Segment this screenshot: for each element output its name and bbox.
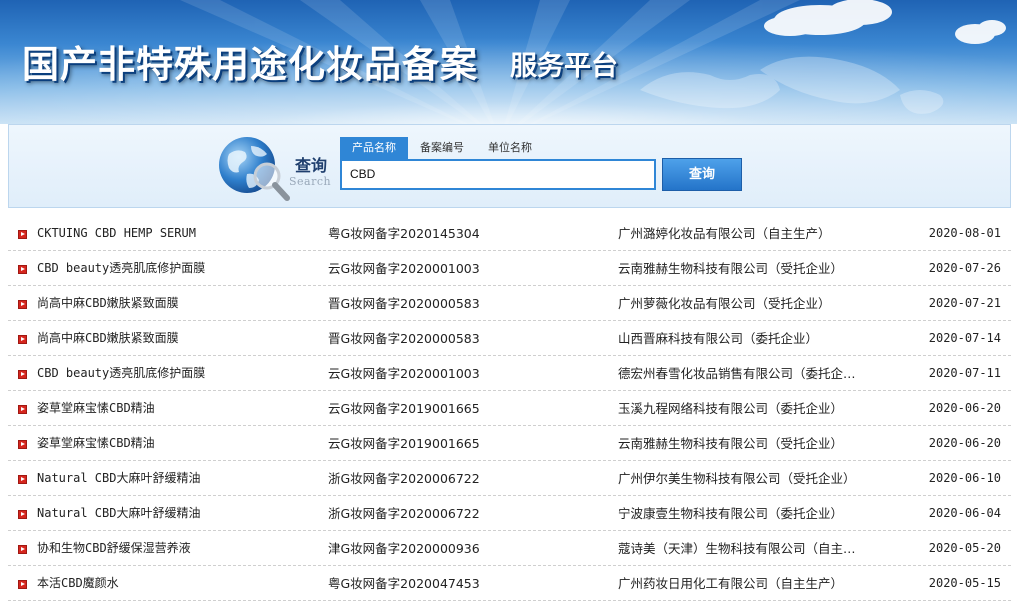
list-item[interactable]: Natural CBD大麻叶舒缓精油 浙G妆网备字2020006722 宁波康壹…	[8, 496, 1011, 531]
product-name[interactable]: 尚高中麻CBD嫩肤紧致面膜	[37, 321, 317, 356]
record-number: 津G妆网备字2020000936	[328, 541, 480, 556]
record-number: 浙G妆网备字2020006722	[328, 471, 480, 486]
company-name: 山西晋麻科技有限公司（委托企业）	[618, 331, 819, 346]
list-item[interactable]: Natural CBD大麻叶舒缓精油 浙G妆网备字2020006722 广州伊尔…	[8, 461, 1011, 496]
record-date: 2020-06-20	[928, 401, 1001, 415]
company-name: 玉溪九程网络科技有限公司（委托企业）	[618, 401, 844, 416]
list-item[interactable]: CKTUING CBD HEMP SERUM 粤G妆网备字2020145304 …	[8, 216, 1011, 251]
search-label: 查询	[295, 156, 328, 175]
record-number: 晋G妆网备字2020000583	[328, 296, 480, 311]
bullet-arrow-icon	[18, 510, 27, 519]
company-name: 蔻诗美（天津）生物科技有限公司（自主…	[618, 541, 856, 556]
bullet-arrow-icon	[18, 300, 27, 309]
list-item[interactable]: CBD beauty透亮肌底修护面膜 云G妆网备字2020001003 德宏州春…	[8, 356, 1011, 391]
search-panel: 查询 Search 产品名称 备案编号 单位名称 CBD 查询	[8, 124, 1011, 208]
product-name[interactable]: 尚高中麻CBD嫩肤紧致面膜	[37, 286, 317, 321]
record-number: 粤G妆网备字2020047453	[328, 576, 480, 591]
product-name[interactable]: Natural CBD大麻叶舒缓精油	[37, 496, 317, 531]
search-tabs: 产品名称 备案编号 单位名称	[340, 137, 544, 159]
record-date: 2020-06-04	[928, 506, 1001, 520]
company-name: 德宏州春雪化妆品销售有限公司（委托企…	[618, 366, 856, 381]
record-date: 2020-08-01	[928, 226, 1001, 240]
record-date: 2020-06-20	[928, 436, 1001, 450]
company-name: 云南雅赫生物科技有限公司（受托企业）	[618, 436, 844, 451]
list-item[interactable]: 本活CBD魔颜水 粤G妆网备字2020047453 广州药妆日用化工有限公司（自…	[8, 566, 1011, 601]
record-number: 粤G妆网备字2020145304	[328, 226, 480, 241]
site-subtitle: 服务平台	[510, 51, 618, 82]
list-item[interactable]: 尚高中麻CBD嫩肤紧致面膜 晋G妆网备字2020000583 广州萝薇化妆品有限…	[8, 286, 1011, 321]
record-date: 2020-07-26	[928, 261, 1001, 275]
product-name[interactable]: CBD beauty透亮肌底修护面膜	[37, 251, 317, 286]
company-name: 宁波康壹生物科技有限公司（委托企业）	[618, 506, 844, 521]
product-name[interactable]: CKTUING CBD HEMP SERUM	[37, 216, 317, 251]
company-name: 广州潞婷化妆品有限公司（自主生产）	[618, 226, 831, 241]
results-list: CKTUING CBD HEMP SERUM 粤G妆网备字2020145304 …	[8, 216, 1011, 601]
list-item[interactable]: 姿草堂麻宝愫CBD精油 云G妆网备字2019001665 玉溪九程网络科技有限公…	[8, 391, 1011, 426]
product-name[interactable]: Natural CBD大麻叶舒缓精油	[37, 461, 317, 496]
product-name[interactable]: CBD beauty透亮肌底修护面膜	[37, 356, 317, 391]
company-name: 广州伊尔美生物科技有限公司（受托企业）	[618, 471, 856, 486]
record-number: 云G妆网备字2019001665	[328, 401, 480, 416]
company-name: 云南雅赫生物科技有限公司（受托企业）	[618, 261, 844, 276]
product-name[interactable]: 协和生物CBD舒缓保湿营养液	[37, 531, 317, 566]
company-name: 广州药妆日用化工有限公司（自主生产）	[618, 576, 844, 591]
bullet-arrow-icon	[18, 545, 27, 554]
record-date: 2020-07-14	[928, 331, 1001, 345]
record-number: 晋G妆网备字2020000583	[328, 331, 480, 346]
record-number: 云G妆网备字2020001003	[328, 366, 480, 381]
site-title: 国产非特殊用途化妆品备案	[22, 42, 478, 86]
company-name: 广州萝薇化妆品有限公司（受托企业）	[618, 296, 831, 311]
record-date: 2020-05-20	[928, 541, 1001, 555]
record-number: 浙G妆网备字2020006722	[328, 506, 480, 521]
record-number: 云G妆网备字2020001003	[328, 261, 480, 276]
bullet-arrow-icon	[18, 475, 27, 484]
product-name[interactable]: 姿草堂麻宝愫CBD精油	[37, 426, 317, 461]
list-item[interactable]: CBD beauty透亮肌底修护面膜 云G妆网备字2020001003 云南雅赫…	[8, 251, 1011, 286]
record-date: 2020-07-11	[928, 366, 1001, 380]
bullet-arrow-icon	[18, 265, 27, 274]
bullet-arrow-icon	[18, 370, 27, 379]
record-number: 云G妆网备字2019001665	[328, 436, 480, 451]
product-name[interactable]: 本活CBD魔颜水	[37, 566, 317, 601]
globe-search-icon	[219, 137, 290, 201]
list-item[interactable]: 协和生物CBD舒缓保湿营养液 津G妆网备字2020000936 蔻诗美（天津）生…	[8, 531, 1011, 566]
record-date: 2020-06-10	[928, 471, 1001, 485]
header-banner: 国产非特殊用途化妆品备案 服务平台	[0, 0, 1017, 124]
bullet-arrow-icon	[18, 230, 27, 239]
search-button[interactable]: 查询	[662, 158, 742, 191]
bullet-arrow-icon	[18, 440, 27, 449]
search-input[interactable]: CBD	[340, 159, 656, 190]
record-date: 2020-07-21	[928, 296, 1001, 310]
bullet-arrow-icon	[18, 405, 27, 414]
record-date: 2020-05-15	[928, 576, 1001, 590]
list-item[interactable]: 尚高中麻CBD嫩肤紧致面膜 晋G妆网备字2020000583 山西晋麻科技有限公…	[8, 321, 1011, 356]
search-label-en: Search	[289, 175, 332, 188]
bullet-arrow-icon	[18, 335, 27, 344]
tab-record-number[interactable]: 备案编号	[408, 137, 476, 159]
tab-company-name[interactable]: 单位名称	[476, 137, 544, 159]
list-item[interactable]: 姿草堂麻宝愫CBD精油 云G妆网备字2019001665 云南雅赫生物科技有限公…	[8, 426, 1011, 461]
product-name[interactable]: 姿草堂麻宝愫CBD精油	[37, 391, 317, 426]
bullet-arrow-icon	[18, 580, 27, 589]
tab-product-name[interactable]: 产品名称	[340, 137, 408, 159]
